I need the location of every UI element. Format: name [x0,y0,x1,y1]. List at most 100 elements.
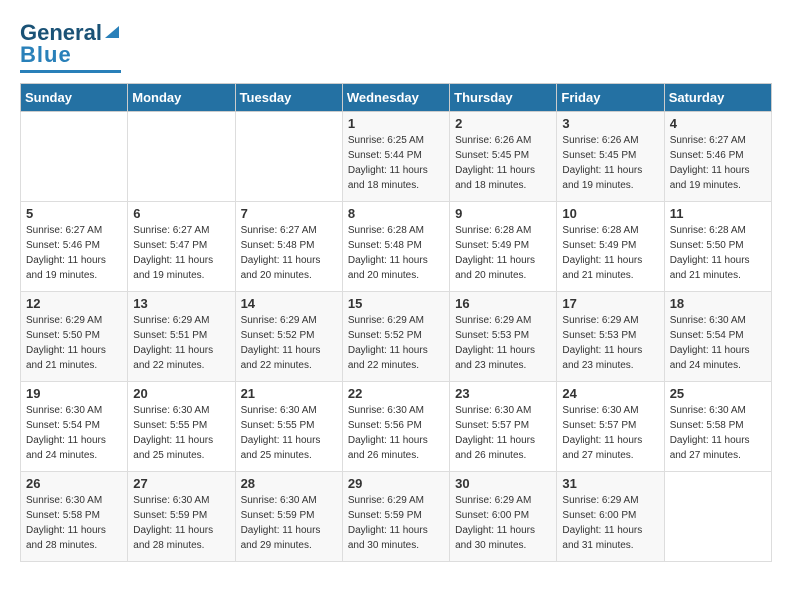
calendar-cell: 19 Sunrise: 6:30 AMSunset: 5:54 PMDayligh… [21,382,128,472]
header-tuesday: Tuesday [235,84,342,112]
day-number: 10 [562,206,658,221]
day-info: Sunrise: 6:30 AMSunset: 5:58 PMDaylight:… [26,493,122,553]
header-monday: Monday [128,84,235,112]
day-info: Sunrise: 6:29 AMSunset: 6:00 PMDaylight:… [455,493,551,553]
logo-underline [20,70,121,73]
day-info: Sunrise: 6:29 AMSunset: 5:52 PMDaylight:… [348,313,444,373]
calendar-cell: 11 Sunrise: 6:28 AMSunset: 5:50 PMDayligh… [664,202,771,292]
calendar-cell: 17 Sunrise: 6:29 AMSunset: 5:53 PMDayligh… [557,292,664,382]
calendar-cell: 25Sunrise: 6:30 AMSunset: 5:58 PMDayligh… [664,382,771,472]
days-header-row: SundayMondayTuesdayWednesdayThursdayFrid… [21,84,772,112]
day-info: Sunrise: 6:30 AMSunset: 5:54 PMDaylight:… [670,313,766,373]
calendar-cell: 22 Sunrise: 6:30 AMSunset: 5:56 PMDayligh… [342,382,449,472]
day-number: 31 [562,476,658,491]
day-info: Sunrise: 6:25 AMSunset: 5:44 PMDaylight:… [348,133,444,193]
calendar-cell: 31 Sunrise: 6:29 AMSunset: 6:00 PMDayligh… [557,472,664,562]
day-info: Sunrise: 6:30 AMSunset: 5:55 PMDaylight:… [133,403,229,463]
calendar-cell: 13 Sunrise: 6:29 AMSunset: 5:51 PMDayligh… [128,292,235,382]
day-number: 19 [26,386,122,401]
calendar-cell: 3 Sunrise: 6:26 AMSunset: 5:45 PMDaylight… [557,112,664,202]
day-number: 27 [133,476,229,491]
day-info: Sunrise: 6:29 AMSunset: 5:52 PMDaylight:… [241,313,337,373]
day-info: Sunrise: 6:28 AMSunset: 5:49 PMDaylight:… [562,223,658,283]
day-info: Sunrise: 6:27 AMSunset: 5:46 PMDaylight:… [26,223,122,283]
day-number: 6 [133,206,229,221]
day-number: 3 [562,116,658,131]
day-number: 28 [241,476,337,491]
day-info: Sunrise: 6:30 AMSunset: 5:56 PMDaylight:… [348,403,444,463]
day-info: Sunrise: 6:30 AMSunset: 5:54 PMDaylight:… [26,403,122,463]
day-number: 17 [562,296,658,311]
calendar-cell: 10 Sunrise: 6:28 AMSunset: 5:49 PMDayligh… [557,202,664,292]
day-number: 24 [562,386,658,401]
day-info: Sunrise: 6:28 AMSunset: 5:48 PMDaylight:… [348,223,444,283]
day-info: Sunrise: 6:30 AMSunset: 5:59 PMDaylight:… [133,493,229,553]
calendar-cell: 9Sunrise: 6:28 AMSunset: 5:49 PMDaylight… [450,202,557,292]
calendar-cell: 30 Sunrise: 6:29 AMSunset: 6:00 PMDayligh… [450,472,557,562]
week-row-3: 12 Sunrise: 6:29 AMSunset: 5:50 PMDayligh… [21,292,772,382]
header-saturday: Saturday [664,84,771,112]
day-number: 26 [26,476,122,491]
header-wednesday: Wednesday [342,84,449,112]
logo: General Blue [20,20,121,73]
calendar-cell [664,472,771,562]
day-info: Sunrise: 6:27 AMSunset: 5:46 PMDaylight:… [670,133,766,193]
calendar-cell: 2 Sunrise: 6:26 AMSunset: 5:45 PMDaylight… [450,112,557,202]
day-info: Sunrise: 6:27 AMSunset: 5:47 PMDaylight:… [133,223,229,283]
logo-triangle-icon [103,22,121,40]
header-thursday: Thursday [450,84,557,112]
calendar-cell: 4 Sunrise: 6:27 AMSunset: 5:46 PMDaylight… [664,112,771,202]
calendar-cell: 16Sunrise: 6:29 AMSunset: 5:53 PMDayligh… [450,292,557,382]
day-info: Sunrise: 6:29 AMSunset: 5:53 PMDaylight:… [562,313,658,373]
day-number: 16 [455,296,551,311]
calendar-cell [128,112,235,202]
day-info: Sunrise: 6:30 AMSunset: 5:59 PMDaylight:… [241,493,337,553]
calendar-cell: 21Sunrise: 6:30 AMSunset: 5:55 PMDayligh… [235,382,342,472]
day-number: 14 [241,296,337,311]
page-header: General Blue [20,20,772,73]
calendar-cell: 23 Sunrise: 6:30 AMSunset: 5:57 PMDayligh… [450,382,557,472]
calendar-cell: 28 Sunrise: 6:30 AMSunset: 5:59 PMDayligh… [235,472,342,562]
calendar-cell: 29 Sunrise: 6:29 AMSunset: 5:59 PMDayligh… [342,472,449,562]
day-info: Sunrise: 6:30 AMSunset: 5:57 PMDaylight:… [562,403,658,463]
day-number: 13 [133,296,229,311]
day-info: Sunrise: 6:29 AMSunset: 5:59 PMDaylight:… [348,493,444,553]
day-number: 20 [133,386,229,401]
day-info: Sunrise: 6:28 AMSunset: 5:50 PMDaylight:… [670,223,766,283]
day-number: 2 [455,116,551,131]
day-info: Sunrise: 6:26 AMSunset: 5:45 PMDaylight:… [562,133,658,193]
day-info: Sunrise: 6:30 AMSunset: 5:55 PMDaylight:… [241,403,337,463]
day-number: 22 [348,386,444,401]
logo-blue: Blue [20,42,72,68]
day-number: 29 [348,476,444,491]
day-number: 12 [26,296,122,311]
week-row-2: 5Sunrise: 6:27 AMSunset: 5:46 PMDaylight… [21,202,772,292]
calendar-cell: 6 Sunrise: 6:27 AMSunset: 5:47 PMDaylight… [128,202,235,292]
day-info: Sunrise: 6:29 AMSunset: 5:51 PMDaylight:… [133,313,229,373]
week-row-1: 1 Sunrise: 6:25 AMSunset: 5:44 PMDaylight… [21,112,772,202]
calendar-cell: 1 Sunrise: 6:25 AMSunset: 5:44 PMDaylight… [342,112,449,202]
week-row-4: 19 Sunrise: 6:30 AMSunset: 5:54 PMDayligh… [21,382,772,472]
day-info: Sunrise: 6:30 AMSunset: 5:57 PMDaylight:… [455,403,551,463]
calendar-cell: 26 Sunrise: 6:30 AMSunset: 5:58 PMDayligh… [21,472,128,562]
calendar-cell: 27 Sunrise: 6:30 AMSunset: 5:59 PMDayligh… [128,472,235,562]
day-number: 9 [455,206,551,221]
day-number: 4 [670,116,766,131]
calendar-cell [235,112,342,202]
header-friday: Friday [557,84,664,112]
header-sunday: Sunday [21,84,128,112]
calendar-cell [21,112,128,202]
day-number: 30 [455,476,551,491]
day-number: 11 [670,206,766,221]
day-info: Sunrise: 6:26 AMSunset: 5:45 PMDaylight:… [455,133,551,193]
calendar-cell: 8Sunrise: 6:28 AMSunset: 5:48 PMDaylight… [342,202,449,292]
day-number: 1 [348,116,444,131]
day-number: 23 [455,386,551,401]
day-number: 15 [348,296,444,311]
calendar-cell: 15 Sunrise: 6:29 AMSunset: 5:52 PMDayligh… [342,292,449,382]
day-info: Sunrise: 6:29 AMSunset: 5:50 PMDaylight:… [26,313,122,373]
calendar-cell: 18Sunrise: 6:30 AMSunset: 5:54 PMDayligh… [664,292,771,382]
calendar-table: SundayMondayTuesdayWednesdayThursdayFrid… [20,83,772,562]
week-row-5: 26 Sunrise: 6:30 AMSunset: 5:58 PMDayligh… [21,472,772,562]
day-info: Sunrise: 6:29 AMSunset: 6:00 PMDaylight:… [562,493,658,553]
